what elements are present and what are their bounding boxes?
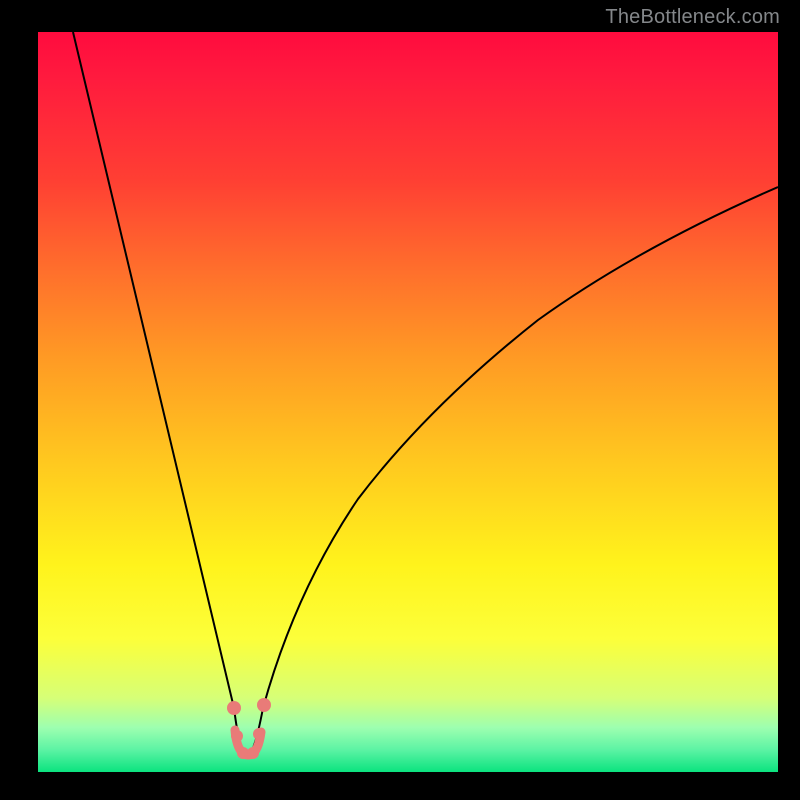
bottleneck-curve — [73, 32, 778, 756]
chart-frame: TheBottleneck.com — [0, 0, 800, 800]
marker-cluster — [227, 698, 271, 759]
watermark-text: TheBottleneck.com — [605, 6, 780, 29]
curve-layer — [38, 32, 778, 772]
plot-area — [38, 32, 778, 772]
